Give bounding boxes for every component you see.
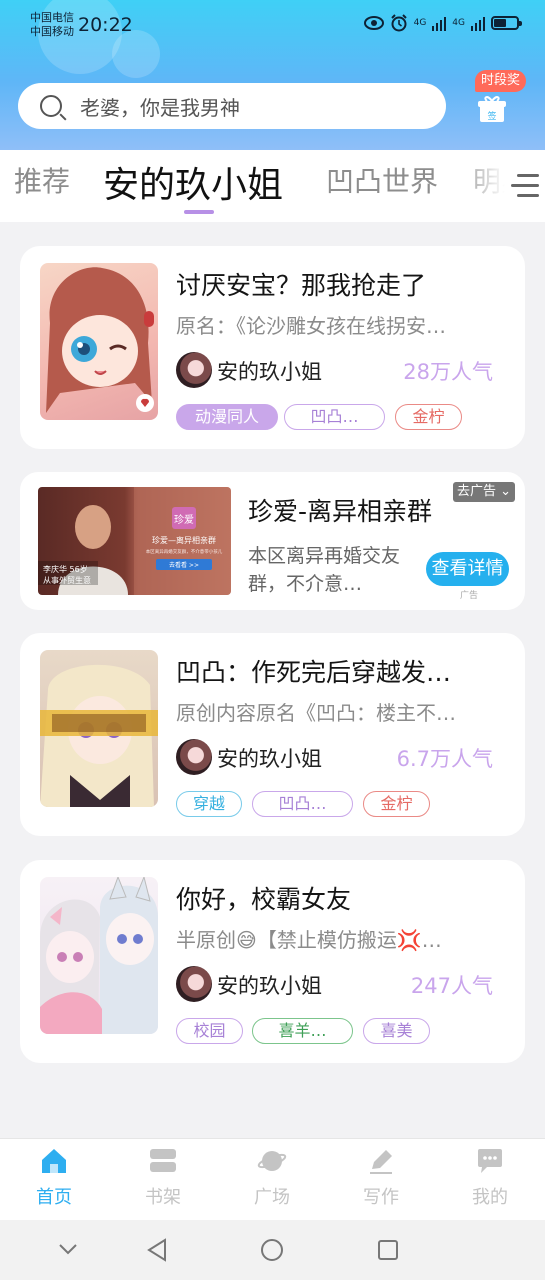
book-cover[interactable] bbox=[40, 650, 158, 807]
anime-girl-cover-image bbox=[40, 664, 158, 807]
nav-mine[interactable]: 我的 bbox=[455, 1147, 525, 1209]
book-tag[interactable]: 金柠 bbox=[395, 404, 462, 430]
book-description: 原名：《论沙雕女孩在线拐安… bbox=[176, 314, 446, 338]
signal-1-icon bbox=[432, 15, 447, 31]
nav-write-label: 写作 bbox=[363, 1187, 399, 1208]
ad-card[interactable]: 珍爱 珍爱—离异相亲群 本区离异再婚交友群，不介意带小孩儿 去看看 >> 李庆华… bbox=[20, 472, 525, 610]
ad-description: 本区离异再婚交友群，不介意… bbox=[248, 545, 401, 595]
book-card[interactable]: 你好，校霸女友 半原创😅【禁止模仿搬运💢… 安的玖小姐 247人气 校园 喜羊…… bbox=[20, 860, 525, 1063]
status-icons: 4G 4G bbox=[363, 14, 522, 32]
bookshelf-icon bbox=[150, 1149, 176, 1172]
nav-square-label: 广场 bbox=[254, 1187, 290, 1208]
nav-square[interactable]: 广场 bbox=[237, 1147, 307, 1209]
eye-icon bbox=[363, 16, 384, 30]
gift-icon[interactable]: 签 bbox=[477, 94, 507, 124]
ad-details-button[interactable]: 查看详情 bbox=[426, 552, 509, 586]
home-icon bbox=[42, 1149, 66, 1173]
book-tag[interactable]: 穿越 bbox=[176, 791, 242, 817]
ad-image-logo-text: 珍爱 bbox=[174, 513, 194, 526]
nav-bookshelf[interactable]: 书架 bbox=[128, 1147, 198, 1209]
alarm-icon bbox=[390, 14, 407, 32]
decorative-bubble bbox=[112, 30, 160, 78]
anime-girl-cover-image bbox=[40, 877, 158, 1034]
status-time: 20:22 bbox=[78, 14, 133, 36]
chat-icon bbox=[478, 1149, 502, 1173]
nav-home-label: 首页 bbox=[36, 1187, 72, 1208]
ad-image-graphic: 珍爱 珍爱—离异相亲群 本区离异再婚交友群，不介意带小孩儿 去看看 >> 李庆华… bbox=[38, 487, 231, 595]
chevron-down-icon[interactable] bbox=[58, 1242, 78, 1256]
nav-write[interactable]: 写作 bbox=[346, 1147, 416, 1209]
search-icon bbox=[40, 95, 62, 117]
book-title[interactable]: 讨厌安宝？那我抢走了 bbox=[176, 266, 426, 302]
book-cover[interactable] bbox=[40, 877, 158, 1034]
nav-home[interactable]: 首页 bbox=[19, 1147, 89, 1209]
author-avatar[interactable] bbox=[176, 352, 212, 388]
search-placeholder: 老婆，你是我男神 bbox=[80, 95, 240, 120]
author-name[interactable]: 安的玖小姐 bbox=[217, 743, 322, 773]
nav-mine-label: 我的 bbox=[472, 1187, 508, 1208]
back-icon[interactable] bbox=[146, 1238, 168, 1262]
ad-image-caption-1: 李庆华 56岁 bbox=[43, 564, 88, 574]
tab-recommend[interactable]: 推荐 bbox=[14, 160, 70, 200]
book-tag[interactable]: 喜美 bbox=[363, 1018, 430, 1044]
remove-ad-button[interactable]: 去广告 ⌄ bbox=[453, 482, 516, 502]
recents-icon[interactable] bbox=[377, 1239, 399, 1261]
home-circle-icon[interactable] bbox=[260, 1238, 284, 1262]
tab-aotu-world[interactable]: 凹凸世界 bbox=[326, 160, 438, 200]
active-tab-indicator bbox=[184, 210, 214, 214]
menu-icon[interactable] bbox=[509, 174, 539, 198]
author-avatar[interactable] bbox=[176, 739, 212, 775]
ad-image[interactable]: 珍爱 珍爱—离异相亲群 本区离异再婚交友群，不介意带小孩儿 去看看 >> 李庆华… bbox=[38, 487, 231, 595]
search-bar[interactable]: 老婆，你是我男神 bbox=[18, 83, 446, 129]
popularity-count: 28万人气 bbox=[403, 360, 493, 384]
author-name[interactable]: 安的玖小姐 bbox=[217, 356, 322, 386]
book-tag[interactable]: 凹凸… bbox=[284, 404, 385, 430]
ad-image-heading-text: 珍爱—离异相亲群 bbox=[152, 535, 216, 545]
author-avatar[interactable] bbox=[176, 966, 212, 1002]
carrier-info: 中国电信 中国移动 bbox=[30, 11, 74, 39]
book-title[interactable]: 你好，校霸女友 bbox=[176, 880, 351, 916]
book-description: 原创内容原名《凹凸：楼主不… bbox=[176, 701, 456, 725]
book-card[interactable]: 讨厌安宝？那我抢走了 原名：《论沙雕女孩在线拐安… 安的玖小姐 28万人气 动漫… bbox=[20, 246, 525, 449]
book-title[interactable]: 凹凸：作死完后穿越发… bbox=[176, 653, 451, 689]
book-card[interactable]: 凹凸：作死完后穿越发… 原创内容原名《凹凸：楼主不… 安的玖小姐 6.7万人气 … bbox=[20, 633, 525, 836]
book-tag[interactable]: 动漫同人 bbox=[176, 404, 278, 430]
reward-badge[interactable]: 时段奖 bbox=[475, 70, 527, 92]
ad-image-caption-2: 从事外贸生意 bbox=[43, 575, 91, 585]
remove-ad-label: 去广告 bbox=[457, 484, 497, 499]
app-header: 中国电信 中国移动 20:22 4G 4G 老婆，你是我男神 时段奖 签 bbox=[0, 0, 545, 150]
network-1-label: 4G bbox=[413, 18, 427, 28]
gift-icon-label: 签 bbox=[487, 110, 496, 122]
carrier-2: 中国移动 bbox=[30, 25, 74, 38]
ad-image-small-text: 本区离异再婚交友群，不介意带小孩儿 bbox=[146, 548, 223, 555]
carrier-1: 中国电信 bbox=[30, 11, 74, 24]
popularity-count: 6.7万人气 bbox=[396, 747, 493, 771]
network-2-label: 4G bbox=[452, 18, 465, 28]
anime-girl-cover-image bbox=[46, 267, 154, 413]
ad-title[interactable]: 珍爱-离异相亲群 bbox=[248, 492, 432, 528]
pen-icon bbox=[370, 1150, 392, 1174]
planet-icon bbox=[257, 1151, 287, 1171]
battery-icon bbox=[491, 16, 522, 30]
book-tag[interactable]: 金柠 bbox=[363, 791, 430, 817]
book-tag[interactable]: 凹凸… bbox=[252, 791, 353, 817]
book-description: 半原创😅【禁止模仿搬运💢… bbox=[176, 928, 442, 952]
signal-2-icon bbox=[471, 15, 485, 31]
ad-image-button-text: 去看看 >> bbox=[169, 561, 199, 569]
system-navigation-bar bbox=[0, 1220, 545, 1280]
category-tabs: 推荐 安的玖小姐 凹凸世界 明星 bbox=[0, 150, 545, 222]
popularity-count: 247人气 bbox=[410, 974, 493, 998]
nav-bookshelf-label: 书架 bbox=[145, 1187, 181, 1208]
ad-label: 广告 bbox=[460, 591, 479, 601]
book-cover[interactable] bbox=[40, 263, 158, 420]
bottom-navigation: 首页 书架 广场 写作 我的 bbox=[0, 1138, 545, 1220]
author-name[interactable]: 安的玖小姐 bbox=[217, 970, 322, 1000]
book-tag[interactable]: 校园 bbox=[176, 1018, 243, 1044]
chevron-down-icon: ⌄ bbox=[500, 484, 512, 499]
tab-author[interactable]: 安的玖小姐 bbox=[103, 156, 283, 208]
book-tag[interactable]: 喜羊… bbox=[252, 1018, 353, 1044]
